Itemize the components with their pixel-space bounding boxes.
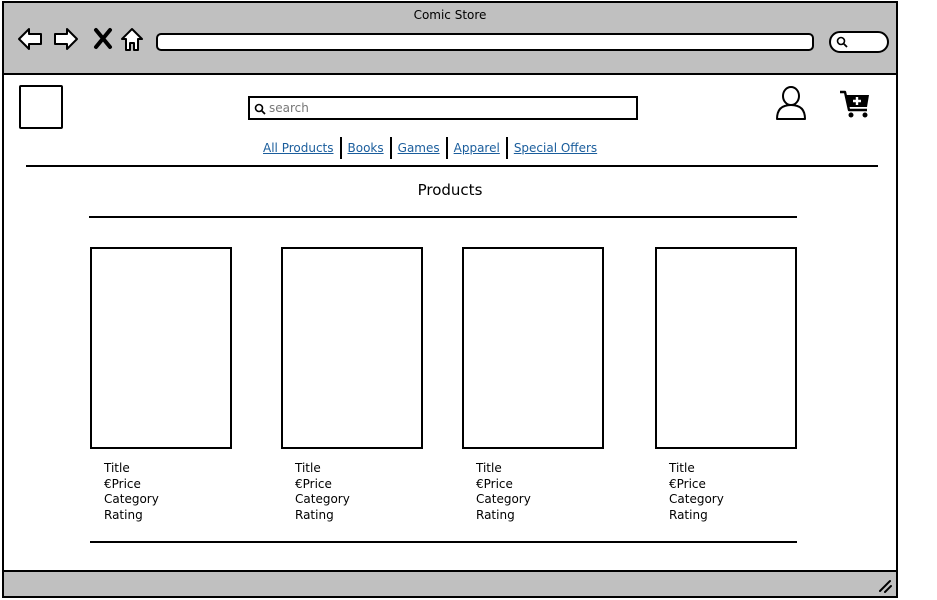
browser-toolbar: Comic Store xyxy=(4,3,896,75)
home-icon[interactable] xyxy=(118,25,146,53)
product-title: Title xyxy=(295,461,321,475)
tab-all-products[interactable]: All Products xyxy=(257,137,340,159)
product-category: Category xyxy=(669,492,724,507)
product-title: Title xyxy=(476,461,502,475)
product-image-placeholder[interactable] xyxy=(655,247,797,449)
cart-add-icon[interactable] xyxy=(839,89,873,119)
product-card[interactable]: Title €Price Category Rating xyxy=(90,247,232,523)
page-title: Products xyxy=(417,181,483,199)
tab-special-offers[interactable]: Special Offers xyxy=(508,137,603,159)
tab-books[interactable]: Books xyxy=(342,137,390,159)
title-divider xyxy=(89,216,797,218)
browser-search-field[interactable] xyxy=(829,31,889,53)
product-price: €Price xyxy=(669,476,706,491)
product-title: Title xyxy=(669,461,695,475)
search-input[interactable] xyxy=(269,99,629,117)
address-bar[interactable] xyxy=(156,33,814,51)
resize-grip-icon[interactable] xyxy=(876,577,892,593)
search-icon xyxy=(254,103,266,115)
site-search-box[interactable] xyxy=(248,96,638,120)
product-rating: Rating xyxy=(104,507,143,522)
close-x-icon[interactable] xyxy=(90,25,118,53)
product-rating: Rating xyxy=(476,507,515,522)
product-card[interactable]: Title €Price Category Rating xyxy=(462,247,604,523)
product-category: Category xyxy=(104,492,159,507)
product-rating: Rating xyxy=(669,507,708,522)
window-title: Comic Store xyxy=(413,8,487,22)
product-details: Title €Price Category Rating xyxy=(476,461,604,523)
product-card[interactable]: Title €Price Category Rating xyxy=(281,247,423,523)
product-details: Title €Price Category Rating xyxy=(669,461,797,523)
tab-games[interactable]: Games xyxy=(392,137,446,159)
product-category: Category xyxy=(476,492,531,507)
product-image-placeholder[interactable] xyxy=(90,247,232,449)
footer-divider xyxy=(90,541,797,543)
category-nav: All Products Books Games Apparel Special… xyxy=(257,136,603,160)
product-image-placeholder[interactable] xyxy=(281,247,423,449)
product-card[interactable]: Title €Price Category Rating xyxy=(655,247,797,523)
product-rating: Rating xyxy=(295,507,334,522)
product-price: €Price xyxy=(295,476,332,491)
product-price: €Price xyxy=(476,476,513,491)
back-arrow-icon[interactable] xyxy=(16,25,44,53)
browser-window: Comic Store search All Products Books Ga… xyxy=(2,1,898,598)
tab-apparel[interactable]: Apparel xyxy=(448,137,506,159)
product-category: Category xyxy=(295,492,350,507)
site-logo-placeholder[interactable] xyxy=(19,85,63,129)
product-price: €Price xyxy=(104,476,141,491)
user-icon[interactable] xyxy=(774,85,808,121)
product-image-placeholder[interactable] xyxy=(462,247,604,449)
forward-arrow-icon[interactable] xyxy=(52,25,80,53)
header-divider xyxy=(26,165,878,167)
search-icon xyxy=(836,36,848,48)
product-details: Title €Price Category Rating xyxy=(295,461,423,523)
product-title: Title xyxy=(104,461,130,475)
product-details: Title €Price Category Rating xyxy=(104,461,232,523)
status-bar xyxy=(4,570,896,596)
